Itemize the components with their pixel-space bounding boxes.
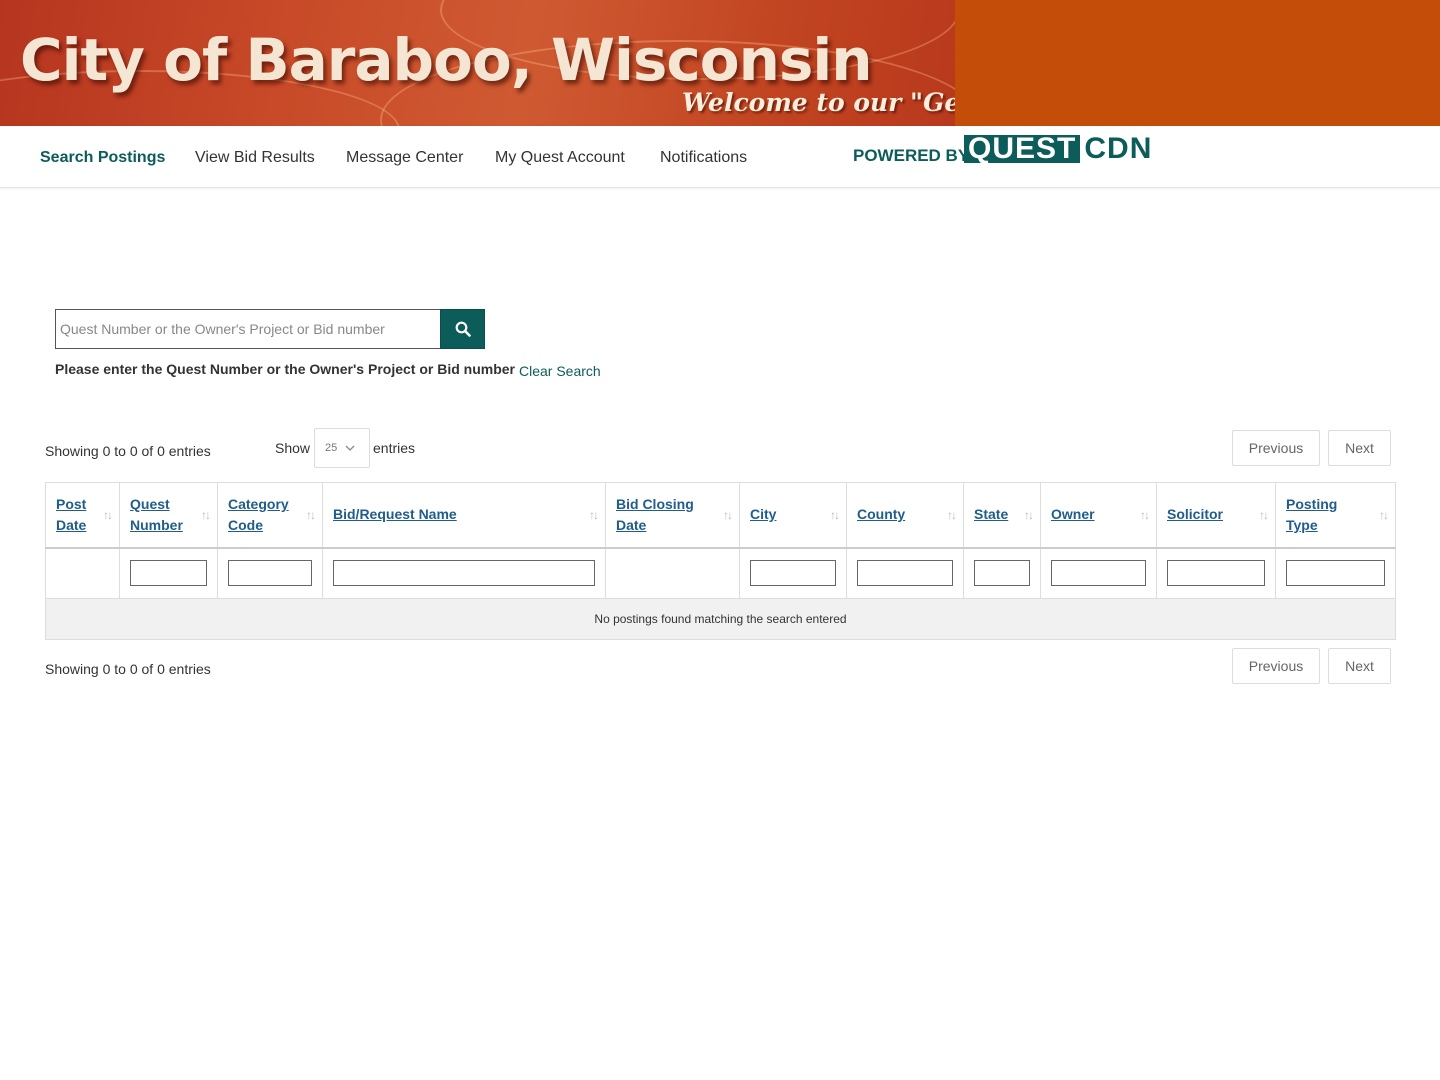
filter-state-input[interactable]: [974, 560, 1030, 587]
next-button-bottom[interactable]: Next: [1328, 648, 1391, 684]
filter-cell-bid-closing-date: [605, 547, 740, 599]
nav-view-bid-results[interactable]: View Bid Results: [195, 149, 315, 167]
nav-my-quest-account[interactable]: My Quest Account: [495, 149, 625, 167]
search-button[interactable]: [440, 309, 485, 349]
search-hint: Please enter the Quest Number or the Own…: [55, 361, 515, 377]
banner-image: City of Baraboo, Wisconsin Welcome to ou…: [0, 0, 955, 126]
filter-quest-number-input[interactable]: [130, 560, 207, 587]
filter-bid-request-name-input[interactable]: [333, 560, 595, 587]
questcdn-logo[interactable]: QUEST CDN: [964, 132, 1153, 165]
filter-cell-owner: [1040, 547, 1157, 599]
filter-county-input[interactable]: [857, 560, 953, 587]
filter-solicitor-input[interactable]: [1167, 560, 1265, 587]
column-header-bid-request-name[interactable]: Bid/Request Name ↑↓: [322, 482, 606, 549]
empty-results-message: No postings found matching the search en…: [45, 598, 1396, 640]
powered-by-label: POWERED BY: [853, 146, 970, 165]
column-header-owner[interactable]: Owner ↑↓: [1040, 482, 1157, 549]
sort-icon: ↑↓: [723, 507, 733, 522]
filter-cell-state: [963, 547, 1041, 599]
show-label: Show: [275, 440, 311, 456]
main-nav: Search Postings View Bid Results Message…: [0, 126, 1440, 188]
logo-quest-text: QUEST: [964, 134, 1081, 164]
filter-cell-quest-number: [119, 547, 218, 599]
entries-label: entries: [373, 440, 416, 456]
next-button-top[interactable]: Next: [1328, 430, 1391, 466]
filter-row: [45, 547, 1396, 599]
column-header-bid-closing-date[interactable]: Bid Closing Date ↑↓: [605, 482, 740, 549]
column-header-county[interactable]: County ↑↓: [846, 482, 964, 549]
previous-button-bottom[interactable]: Previous: [1232, 648, 1320, 684]
column-header-solicitor[interactable]: Solicitor ↑↓: [1156, 482, 1276, 549]
filter-cell-post-date: [45, 547, 120, 599]
postings-table: Post Date ↑↓ Quest Number ↑↓ Category Code…: [45, 482, 1396, 640]
sort-icon: ↑↓: [1259, 507, 1269, 522]
table-info-top: Showing 0 to 0 of 0 entries: [45, 443, 211, 459]
column-header-post-date[interactable]: Post Date ↑↓: [45, 482, 120, 549]
sort-icon: ↑↓: [1379, 507, 1389, 522]
nav-search-postings[interactable]: Search Postings: [40, 149, 165, 167]
search-icon: [455, 321, 471, 337]
filter-city-input[interactable]: [750, 560, 836, 587]
sort-icon: ↑↓: [1140, 507, 1150, 522]
filter-category-code-input[interactable]: [228, 560, 312, 587]
nav-message-center[interactable]: Message Center: [346, 149, 463, 167]
column-header-quest-number[interactable]: Quest Number ↑↓: [119, 482, 218, 549]
table-info-bottom: Showing 0 to 0 of 0 entries: [45, 661, 211, 677]
clear-search-link[interactable]: Clear Search: [519, 363, 601, 379]
filter-cell-posting-type: [1275, 547, 1396, 599]
empty-results-row: No postings found matching the search en…: [45, 598, 1396, 640]
column-header-state[interactable]: State ↑↓: [963, 482, 1041, 549]
column-header-city[interactable]: City ↑↓: [739, 482, 847, 549]
filter-cell-category-code: [217, 547, 323, 599]
filter-cell-county: [846, 547, 964, 599]
chevron-down-icon: [345, 445, 355, 451]
sort-icon: ↑↓: [947, 507, 957, 522]
nav-notifications[interactable]: Notifications: [660, 149, 747, 167]
table-header-row: Post Date ↑↓ Quest Number ↑↓ Category Code…: [45, 482, 1396, 549]
logo-cdn-text: CDN: [1084, 132, 1153, 165]
sort-icon: ↑↓: [830, 507, 840, 522]
sort-icon: ↑↓: [306, 507, 316, 522]
sort-icon: ↑↓: [1024, 507, 1034, 522]
sort-icon: ↑↓: [589, 507, 599, 522]
page-size-value: 25: [325, 442, 338, 454]
column-header-posting-type[interactable]: Posting Type ↑↓: [1275, 482, 1396, 549]
banner-title: City of Baraboo, Wisconsin: [20, 26, 873, 94]
filter-cell-bid-request-name: [322, 547, 606, 599]
page-size-select[interactable]: 25: [314, 428, 370, 468]
sort-icon: ↑↓: [201, 507, 211, 522]
banner-tagline: Welcome to our "Gem" City!: [682, 88, 955, 117]
quest-number-search-input[interactable]: [55, 309, 441, 349]
previous-button-top[interactable]: Previous: [1232, 430, 1320, 466]
sort-icon: ↑↓: [103, 507, 113, 522]
site-banner: City of Baraboo, Wisconsin Welcome to ou…: [0, 0, 1440, 126]
filter-cell-city: [739, 547, 847, 599]
filter-cell-solicitor: [1156, 547, 1276, 599]
filter-posting-type-input[interactable]: [1286, 560, 1385, 587]
column-header-category-code[interactable]: Category Code ↑↓: [217, 482, 323, 549]
filter-owner-input[interactable]: [1051, 560, 1146, 587]
